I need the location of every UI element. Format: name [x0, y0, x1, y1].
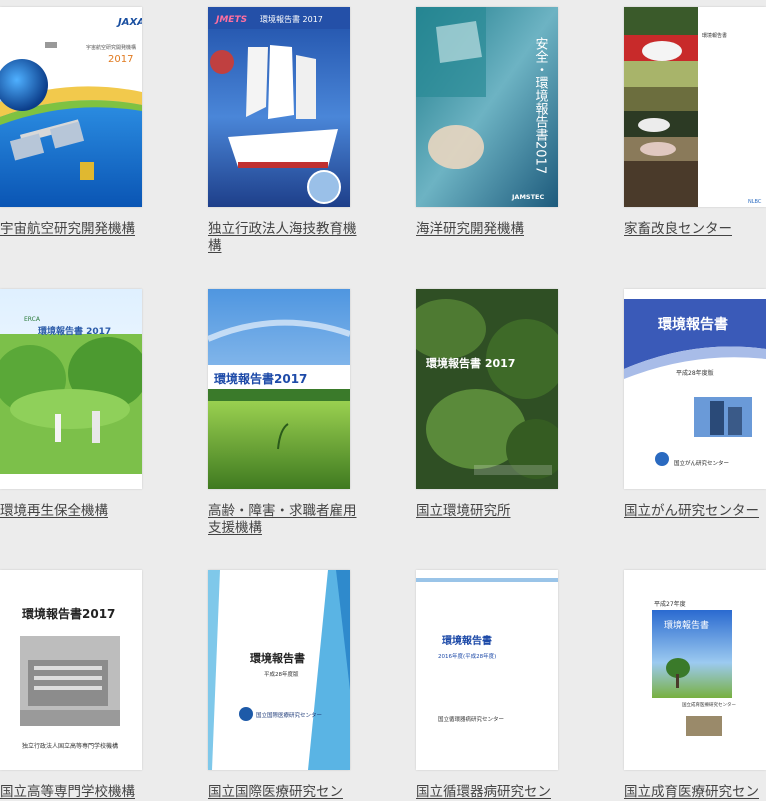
report-cover[interactable]: 環境報告書2017 — [208, 289, 350, 489]
report-card[interactable]: 平成27年度 環境報告書 国立成育医療研究センター 国立成育医療研究セン — [624, 570, 766, 801]
report-cover[interactable]: 環境報告書 2017 — [416, 289, 558, 489]
cover-subtitle: 平成28年度版 — [264, 670, 299, 678]
report-title-link[interactable]: 家畜改良センター — [624, 221, 766, 238]
cover-title: 環境報告書 — [442, 634, 492, 647]
kosen-logo: 独立行政法人国立高等専門学校機構 — [22, 742, 118, 750]
cover-ncc: 環境報告書 平成28年度版 国立がん研究センター — [624, 289, 766, 489]
cover-ncchd: 平成27年度 環境報告書 国立成育医療研究センター — [624, 570, 766, 770]
report-title-link[interactable]: 環境再生保全機構 — [0, 503, 142, 520]
report-title-link[interactable]: 高齢・障害・求職者雇用支援機構 — [208, 503, 358, 537]
report-cover[interactable]: 環境報告書 2016年度(平成28年度) 国立循環器病研究センター — [416, 570, 558, 770]
report-title-link[interactable]: 国立環境研究所 — [416, 503, 566, 520]
report-title-link[interactable]: 国立循環器病研究セン — [416, 784, 558, 801]
nlbc-logo: NLBC — [748, 199, 762, 205]
jaxa-logo: JAXA — [116, 17, 142, 28]
cover-title: 環境報告書2017 — [214, 371, 307, 386]
report-card[interactable]: 環境報告書 NLBC 家畜改良センター — [624, 7, 766, 238]
report-title-link[interactable]: 宇宙航空研究開発機構 — [0, 221, 142, 238]
cover-year: 2017 — [108, 54, 133, 65]
cover-nies: 環境報告書 2017 — [416, 289, 558, 489]
cover-title: 環境報告書 — [250, 651, 305, 665]
report-card[interactable]: JMETS 環境報告書 2017 独立行政法人海技教育機構 — [208, 7, 357, 255]
jmets-logo: JMETS — [214, 15, 247, 25]
cover-ncvc: 環境報告書 2016年度(平成28年度) 国立循環器病研究センター — [416, 570, 558, 770]
report-cover[interactable]: ERCA 環境報告書 2017 — [0, 289, 142, 489]
cover-subtitle: 平成27年度 — [654, 600, 686, 608]
report-card[interactable]: 環境報告書2017 高齢・障害・求職者雇用支援機構 — [208, 289, 357, 537]
cover-subtitle: 平成28年度版 — [676, 369, 714, 377]
cover-ncgm: 環境報告書 平成28年度版 国立国際医療研究センター — [208, 570, 350, 770]
cover-title: 環境報告書 — [664, 619, 709, 631]
report-cover[interactable]: 安全・環境報告書2017 JAMSTEC — [416, 7, 558, 207]
cover-nlbc: 環境報告書 NLBC — [624, 7, 766, 207]
cover-jeed: 環境報告書2017 — [208, 289, 350, 489]
cover-kosen: 環境報告書2017 独立行政法人国立高等専門学校機構 — [0, 570, 142, 770]
report-cover[interactable]: 平成27年度 環境報告書 国立成育医療研究センター — [624, 570, 766, 770]
cover-jamstec: 安全・環境報告書2017 JAMSTEC — [416, 7, 558, 207]
cover-erca: ERCA 環境報告書 2017 — [0, 289, 142, 489]
report-title-link[interactable]: 国立国際医療研究セン — [208, 784, 350, 801]
report-title-link[interactable]: 国立がん研究センター — [624, 503, 766, 520]
report-card[interactable]: 環境報告書 2017 国立環境研究所 — [416, 289, 558, 520]
report-title-link[interactable]: 国立高等専門学校機構 — [0, 784, 142, 801]
ncc-logo: 国立がん研究センター — [674, 459, 729, 467]
ncvc-logo: 国立循環器病研究センター — [438, 715, 504, 723]
report-cover[interactable]: JAXA 宇宙航空研究開発機構 2017 — [0, 7, 142, 207]
cover-title: 環境報告書 — [702, 32, 727, 39]
report-card[interactable]: ERCA 環境報告書 2017 環境再生保全機構 — [0, 289, 142, 520]
ncgm-logo: 国立国際医療研究センター — [256, 711, 322, 719]
report-card[interactable]: 安全・環境報告書2017 JAMSTEC 海洋研究開発機構 — [416, 7, 558, 238]
report-cover[interactable]: 環境報告書2017 独立行政法人国立高等専門学校機構 — [0, 570, 142, 770]
cover-title: 環境報告書 2017 — [260, 14, 323, 24]
cover-jmets: JMETS 環境報告書 2017 — [208, 7, 350, 207]
report-card[interactable]: JAXA 宇宙航空研究開発機構 2017 宇宙航空研究開発機構 — [0, 7, 142, 238]
jamstec-logo: JAMSTEC — [511, 193, 544, 201]
report-title-link[interactable]: 独立行政法人海技教育機構 — [208, 221, 358, 255]
cover-subtitle: 2016年度(平成28年度) — [438, 652, 496, 660]
cover-jaxa: JAXA 宇宙航空研究開発機構 2017 — [0, 7, 142, 207]
report-cover[interactable]: 環境報告書 NLBC — [624, 7, 766, 207]
erca-logo: ERCA — [24, 316, 41, 323]
cover-title: 安全・環境報告書2017 — [533, 37, 549, 174]
report-card[interactable]: 環境報告書 2016年度(平成28年度) 国立循環器病研究センター 国立循環器病… — [416, 570, 558, 801]
report-cover[interactable]: 環境報告書 平成28年度版 国立国際医療研究センター — [208, 570, 350, 770]
cover-title: 環境報告書2017 — [22, 606, 115, 621]
svg-text:宇宙航空研究開発機構: 宇宙航空研究開発機構 — [86, 44, 136, 51]
cover-title: 環境報告書 — [658, 316, 728, 333]
report-cover[interactable]: 環境報告書 平成28年度版 国立がん研究センター — [624, 289, 766, 489]
report-card[interactable]: 環境報告書 平成28年度版 国立国際医療研究センター 国立国際医療研究セン — [208, 570, 350, 801]
report-cover[interactable]: JMETS 環境報告書 2017 — [208, 7, 350, 207]
cover-title: 環境報告書 2017 — [38, 325, 111, 337]
report-title-link[interactable]: 国立成育医療研究セン — [624, 784, 766, 801]
cover-title: 環境報告書 2017 — [426, 356, 515, 370]
report-card[interactable]: 環境報告書2017 独立行政法人国立高等専門学校機構 国立高等専門学校機構 — [0, 570, 142, 801]
ncchd-logo: 国立成育医療研究センター — [682, 701, 736, 708]
report-title-link[interactable]: 海洋研究開発機構 — [416, 221, 566, 238]
report-card[interactable]: 環境報告書 平成28年度版 国立がん研究センター 国立がん研究センター — [624, 289, 766, 520]
